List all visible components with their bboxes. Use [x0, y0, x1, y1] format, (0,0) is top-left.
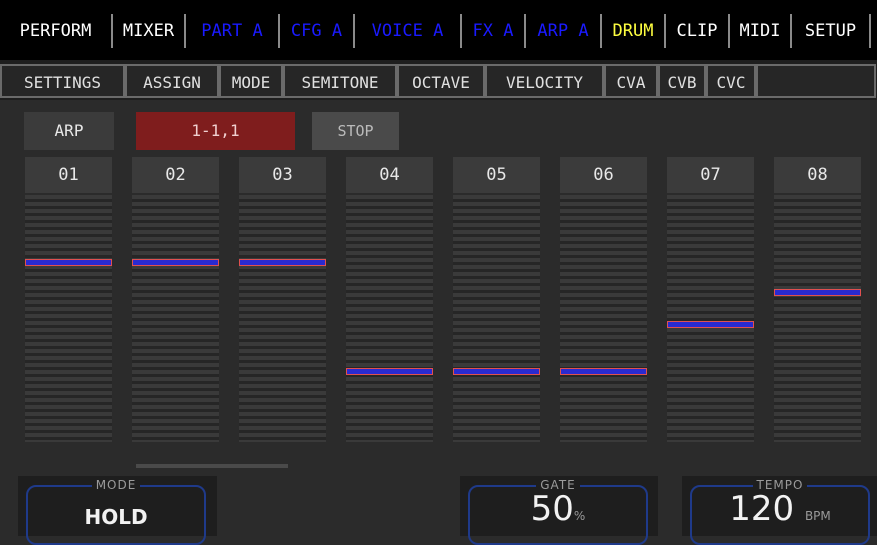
gate-control[interactable]: GATE 50%	[468, 478, 648, 545]
step-slider[interactable]	[346, 195, 433, 442]
subtab-assign[interactable]: ASSIGN	[125, 64, 219, 98]
tab-perform[interactable]: PERFORM	[0, 14, 113, 48]
subtab-octave[interactable]: OCTAVE	[397, 64, 485, 98]
tab-clip[interactable]: CLIP	[666, 14, 730, 48]
stop-button[interactable]: STOP	[312, 112, 399, 150]
tab-fx-a[interactable]: FX A	[462, 14, 526, 48]
tab-arp-a[interactable]: ARP A	[526, 14, 602, 48]
step-level-marker[interactable]	[346, 368, 433, 375]
mode-control[interactable]: MODE HOLD	[26, 478, 206, 545]
step-slider[interactable]	[25, 195, 112, 442]
step-level-marker[interactable]	[667, 321, 754, 328]
step-slider[interactable]	[132, 195, 219, 442]
tab-mixer[interactable]: MIXER	[113, 14, 186, 48]
tempo-unit: BPM	[804, 509, 831, 523]
step-level-marker[interactable]	[560, 368, 647, 375]
step-slider[interactable]	[667, 195, 754, 442]
subtab-settings[interactable]: SETTINGS	[0, 64, 125, 98]
step-slider[interactable]	[560, 195, 647, 442]
step-slider[interactable]	[453, 195, 540, 442]
mode-value: HOLD	[84, 505, 148, 529]
tab-cfg-a[interactable]: CFG A	[280, 14, 355, 48]
step-slider[interactable]	[239, 195, 326, 442]
tab-part-a[interactable]: PART A	[186, 14, 280, 48]
subtab-cvc[interactable]: CVC	[706, 64, 756, 98]
step-label: 03	[239, 157, 326, 193]
gate-unit: %	[573, 509, 586, 523]
tab-voice-a[interactable]: VOICE A	[355, 14, 462, 48]
mode-title: MODE	[91, 478, 141, 492]
step-level-marker[interactable]	[239, 259, 326, 266]
subtab-semitone[interactable]: SEMITONE	[283, 64, 397, 98]
tab-setup[interactable]: SETUP	[792, 14, 871, 48]
step-label: 05	[453, 157, 540, 193]
subtab-cva[interactable]: CVA	[604, 64, 658, 98]
step-slider[interactable]	[774, 195, 861, 442]
step-level-marker[interactable]	[25, 259, 112, 266]
step-label: 08	[774, 157, 861, 193]
arp-button[interactable]: ARP	[24, 112, 114, 150]
gate-value: 50	[530, 489, 574, 529]
subtab-empty	[756, 64, 876, 98]
tab-midi[interactable]: MIDI	[730, 14, 792, 48]
step-label: 04	[346, 157, 433, 193]
step-label: 02	[132, 157, 219, 193]
step-label: 01	[25, 157, 112, 193]
step-level-marker[interactable]	[774, 289, 861, 296]
page-scroll-indicator[interactable]	[136, 464, 288, 468]
subtab-mode[interactable]: MODE	[219, 64, 283, 98]
tempo-value: 120	[729, 489, 795, 529]
step-level-marker[interactable]	[453, 368, 540, 375]
step-level-marker[interactable]	[132, 259, 219, 266]
step-label: 06	[560, 157, 647, 193]
step-label: 07	[667, 157, 754, 193]
subtab-velocity[interactable]: VELOCITY	[485, 64, 604, 98]
tab-drum[interactable]: DRUM	[602, 14, 666, 48]
subtab-cvb[interactable]: CVB	[658, 64, 706, 98]
position-display: 1-1,1	[136, 112, 295, 150]
tempo-control[interactable]: TEMPO 120 BPM	[690, 478, 870, 545]
